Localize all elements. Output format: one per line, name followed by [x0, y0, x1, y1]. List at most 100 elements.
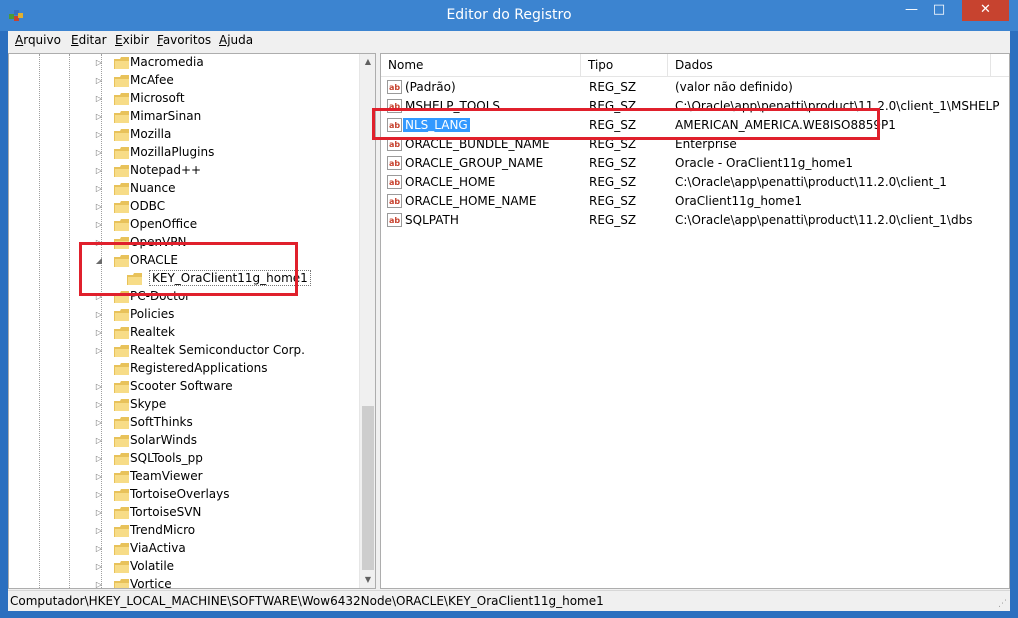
- scroll-down-arrow[interactable]: ▼: [360, 572, 375, 588]
- tree-item[interactable]: RegisteredApplications: [9, 360, 359, 378]
- tree-item[interactable]: ▷ Skype: [9, 396, 359, 414]
- menu-arquivo[interactable]: Arquivo: [15, 33, 61, 47]
- column-header-nome[interactable]: Nome: [381, 54, 581, 76]
- folder-icon: [114, 543, 130, 556]
- menu-editar[interactable]: Editar: [71, 33, 107, 47]
- tree-item[interactable]: ▷ McAfee: [9, 72, 359, 90]
- expander-icon[interactable]: ▷: [95, 490, 103, 500]
- expander-icon[interactable]: ▷: [95, 148, 103, 158]
- tree-item-label: ODBC: [130, 199, 166, 213]
- expander-icon[interactable]: ▷: [95, 544, 103, 554]
- menu-exibir[interactable]: Exibir: [115, 33, 149, 47]
- tree-item[interactable]: ▷ Scooter Software: [9, 378, 359, 396]
- tree-item[interactable]: ▷ TeamViewer: [9, 468, 359, 486]
- tree-item[interactable]: ▷ ODBC: [9, 198, 359, 216]
- tree-item[interactable]: ▷ MozillaPlugins: [9, 144, 359, 162]
- tree-item[interactable]: ▷ TrendMicro: [9, 522, 359, 540]
- expander-icon[interactable]: ▷: [95, 418, 103, 428]
- menu-ajuda[interactable]: Ajuda: [219, 33, 253, 47]
- expander-icon[interactable]: ▷: [95, 472, 103, 482]
- tree-item-label: McAfee: [130, 73, 174, 87]
- tree-item[interactable]: ▷ Volatile: [9, 558, 359, 576]
- value-row[interactable]: ab ORACLE_HOME_NAME REG_SZ OraClient11g_hom…: [381, 192, 1009, 211]
- value-row[interactable]: ab ORACLE_HOME REG_SZ C:\Oracle\app\penatti…: [381, 173, 1009, 192]
- tree-item[interactable]: ▷ ViaActiva: [9, 540, 359, 558]
- scroll-up-arrow[interactable]: ▲: [360, 54, 375, 70]
- folder-icon: [114, 165, 130, 178]
- folder-icon: [114, 417, 130, 430]
- minimize-button[interactable]: —: [898, 0, 925, 21]
- folder-icon: [114, 57, 130, 70]
- menu-label: ditar: [78, 33, 107, 47]
- menu-label: uda: [230, 33, 254, 47]
- folder-icon: [114, 111, 130, 124]
- tree-item[interactable]: ▷ Notepad++: [9, 162, 359, 180]
- svg-text:ab: ab: [389, 140, 400, 149]
- key-tree[interactable]: ▷ Macromedia ▷ McAfee ▷ Microsoft ▷ MimarSinan ▷…: [8, 53, 376, 589]
- folder-icon: [114, 471, 130, 484]
- value-row[interactable]: ab ORACLE_GROUP_NAME REG_SZ Oracle - OraCli…: [381, 154, 1009, 173]
- expander-icon[interactable]: ▷: [95, 436, 103, 446]
- tree-item[interactable]: ▷ Microsoft: [9, 90, 359, 108]
- expander-icon[interactable]: ▷: [95, 202, 103, 212]
- tree-item[interactable]: ▷ SolarWinds: [9, 432, 359, 450]
- expander-icon[interactable]: ▷: [95, 508, 103, 518]
- string-value-icon: ab: [387, 213, 402, 227]
- maximize-button[interactable]: □: [925, 0, 953, 21]
- tree-item[interactable]: ▷ Policies: [9, 306, 359, 324]
- tree-item[interactable]: ▷ SQLTools_pp: [9, 450, 359, 468]
- expander-icon[interactable]: ▷: [95, 130, 103, 140]
- menu-label: rquivo: [23, 33, 61, 47]
- tree-item[interactable]: ▷ Realtek Semiconductor Corp.: [9, 342, 359, 360]
- tree-item[interactable]: ▷ Realtek: [9, 324, 359, 342]
- tree-item[interactable]: ▷ OpenOffice: [9, 216, 359, 234]
- value-data: (valor não definido): [675, 80, 793, 94]
- expander-icon[interactable]: ▷: [95, 76, 103, 86]
- tree-item-label: Skype: [130, 397, 167, 411]
- expander-icon[interactable]: ▷: [95, 526, 103, 536]
- expander-icon[interactable]: ▷: [95, 94, 103, 104]
- tree-item[interactable]: ▷ Vortice: [9, 576, 359, 588]
- expander-icon[interactable]: ▷: [95, 220, 103, 230]
- tree-item[interactable]: ▷ Macromedia: [9, 54, 359, 72]
- value-row[interactable]: ab (Padrão) REG_SZ (valor não definido): [381, 78, 1009, 97]
- resize-grip-icon[interactable]: ⋰: [998, 599, 1008, 609]
- expander-icon[interactable]: ▷: [95, 400, 103, 410]
- expander-icon[interactable]: ▷: [95, 580, 103, 588]
- expander-icon[interactable]: ▷: [95, 382, 103, 392]
- tree-item-label: RegisteredApplications: [130, 361, 268, 375]
- tree-item[interactable]: ▷ TortoiseOverlays: [9, 486, 359, 504]
- column-header-tipo[interactable]: Tipo: [581, 54, 668, 76]
- scroll-thumb[interactable]: [362, 406, 374, 570]
- folder-icon: [114, 201, 130, 214]
- expander-icon[interactable]: ▷: [95, 112, 103, 122]
- menu-bar: Arquivo Editar Exibir Favoritos Ajuda: [8, 31, 1010, 51]
- value-row[interactable]: ab SQLPATH REG_SZ C:\Oracle\app\penatti\pro…: [381, 211, 1009, 230]
- expander-icon[interactable]: ▷: [95, 328, 103, 338]
- value-name: (Padrão): [405, 80, 456, 94]
- expander-icon[interactable]: ▷: [95, 310, 103, 320]
- menu-favoritos[interactable]: Favoritos: [157, 33, 211, 47]
- window-title: Editor do Registro: [446, 7, 572, 23]
- string-value-icon: ab: [387, 80, 402, 94]
- expander-icon[interactable]: ▷: [95, 562, 103, 572]
- value-type: REG_SZ: [589, 175, 637, 189]
- tree-item[interactable]: ▷ SoftThinks: [9, 414, 359, 432]
- expander-icon[interactable]: ▷: [95, 58, 103, 68]
- tree-item[interactable]: ▷ MimarSinan: [9, 108, 359, 126]
- tree-item[interactable]: ▷ TortoiseSVN: [9, 504, 359, 522]
- expander-icon[interactable]: ▷: [95, 166, 103, 176]
- close-button[interactable]: ✕: [962, 0, 1009, 21]
- value-data: Oracle - OraClient11g_home1: [675, 156, 854, 170]
- tree-item-label: Realtek: [130, 325, 175, 339]
- folder-icon: [114, 93, 130, 106]
- column-header-dados[interactable]: Dados: [668, 54, 991, 76]
- tree-item[interactable]: ▷ Mozilla: [9, 126, 359, 144]
- folder-icon: [114, 75, 130, 88]
- tree-item[interactable]: ▷ Nuance: [9, 180, 359, 198]
- tree-item-label: Volatile: [130, 559, 175, 573]
- expander-icon[interactable]: ▷: [95, 454, 103, 464]
- folder-icon: [114, 525, 130, 538]
- expander-icon[interactable]: ▷: [95, 184, 103, 194]
- expander-icon[interactable]: ▷: [95, 346, 103, 356]
